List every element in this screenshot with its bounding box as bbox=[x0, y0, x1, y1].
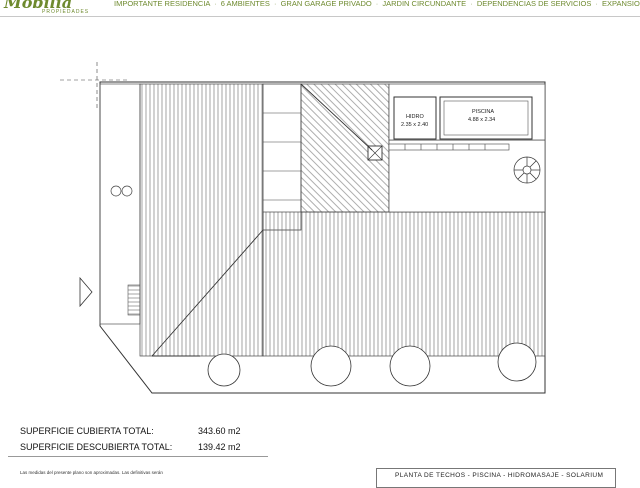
south-roof-hatch bbox=[262, 211, 546, 357]
west-vertical-hatch bbox=[139, 83, 264, 357]
spiral-stair bbox=[513, 156, 541, 184]
hidro-dims: 2.35 x 2.40 bbox=[401, 122, 428, 128]
appliance-circles bbox=[110, 185, 141, 316]
plan-caption-box: PLANTA DE TECHOS - PISCINA - HIDROMASAJE… bbox=[376, 468, 616, 488]
uncovered-surface-value: 139.42 m2 bbox=[198, 442, 241, 452]
roof-plan-drawing: HIDRO 2.35 x 2.40 PISCINA 4.88 x 2.34 bbox=[60, 62, 546, 394]
dimension-lines bbox=[60, 62, 130, 110]
hidro-label: HIDRO bbox=[406, 114, 424, 120]
covered-surface-row: SUPERFICIE CUBIERTA TOTAL: 343.60 m2 bbox=[20, 426, 241, 436]
covered-surface-value: 343.60 m2 bbox=[198, 426, 241, 436]
plan-caption: PLANTA DE TECHOS - PISCINA - HIDROMASAJE… bbox=[395, 472, 604, 479]
north-arrow bbox=[79, 276, 93, 308]
stair-block bbox=[262, 83, 302, 231]
pool-dims: 4.88 x 2.34 bbox=[468, 117, 495, 123]
surface-divider bbox=[8, 456, 268, 457]
pool-edge-fence bbox=[388, 143, 510, 151]
disclaimer-note: Las medidas del presente plano son aprox… bbox=[20, 470, 163, 475]
pool-label: PISCINA bbox=[472, 109, 494, 115]
covered-surface-label: SUPERFICIE CUBIERTA TOTAL: bbox=[20, 426, 154, 436]
uncovered-surface-label: SUPERFICIE DESCUBIERTA TOTAL: bbox=[20, 442, 173, 452]
uncovered-surface-row: SUPERFICIE DESCUBIERTA TOTAL: 139.42 m2 bbox=[20, 442, 241, 452]
